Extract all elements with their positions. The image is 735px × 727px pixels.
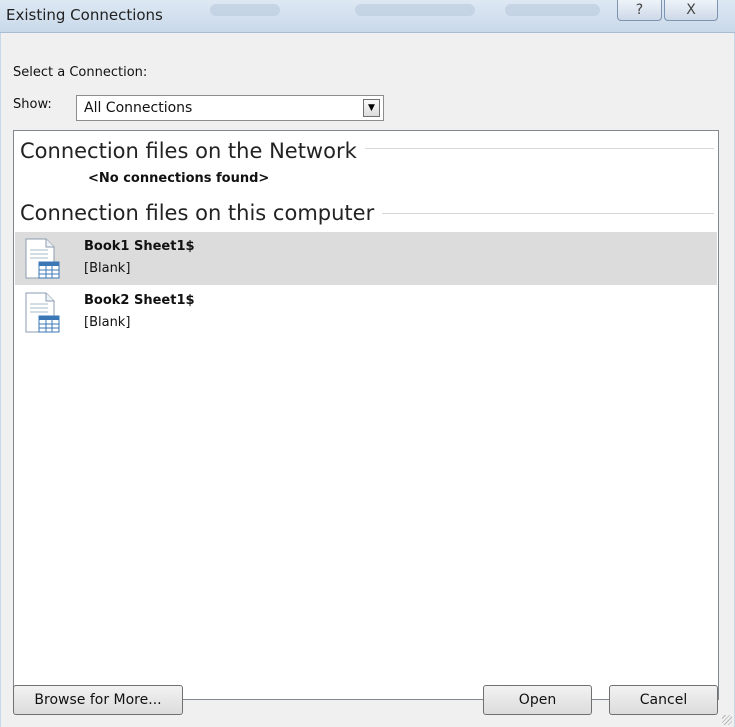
spreadsheet-file-icon	[25, 238, 60, 279]
computer-group-header: Connection files on this computer	[20, 201, 383, 225]
open-button-label: Open	[518, 692, 557, 708]
background-blur	[505, 4, 600, 16]
group-divider	[354, 148, 714, 149]
list-item[interactable]: Book1 Sheet1$ [Blank]	[15, 232, 717, 285]
background-blur	[355, 4, 475, 16]
spreadsheet-file-icon	[25, 292, 60, 333]
group-divider	[374, 213, 714, 214]
close-button[interactable]: X	[664, 0, 718, 21]
dialog-client: Select a Connection: Show: All Connectio…	[1, 33, 734, 727]
select-connection-label: Select a Connection:	[13, 65, 148, 80]
connection-name: Book1 Sheet1$	[84, 239, 195, 254]
connection-description: [Blank]	[84, 261, 131, 276]
connections-list[interactable]: Connection files on the Network <No conn…	[13, 130, 719, 700]
help-icon: ?	[635, 2, 644, 18]
resize-grip[interactable]	[722, 715, 732, 725]
cancel-button-label: Cancel	[639, 692, 688, 708]
open-button[interactable]: Open	[483, 685, 592, 715]
connection-name: Book2 Sheet1$	[84, 293, 195, 308]
connection-description: [Blank]	[84, 315, 131, 330]
close-icon: X	[686, 2, 696, 18]
window-title: Existing Connections	[6, 6, 163, 24]
no-connections-text: <No connections found>	[88, 171, 270, 186]
network-group-header: Connection files on the Network	[20, 139, 365, 163]
title-bar: Existing Connections ? X	[0, 0, 735, 33]
browse-for-more-button[interactable]: Browse for More...	[13, 685, 183, 715]
show-label: Show:	[13, 97, 52, 112]
chevron-down-icon[interactable]: ▼	[363, 99, 380, 117]
show-dropdown-value: All Connections	[84, 100, 193, 116]
cancel-button[interactable]: Cancel	[609, 685, 718, 715]
show-dropdown[interactable]: All Connections ▼	[76, 95, 384, 121]
list-item[interactable]: Book2 Sheet1$ [Blank]	[15, 286, 717, 339]
background-blur	[210, 4, 280, 16]
help-button[interactable]: ?	[617, 0, 662, 21]
browse-button-label: Browse for More...	[34, 692, 162, 708]
